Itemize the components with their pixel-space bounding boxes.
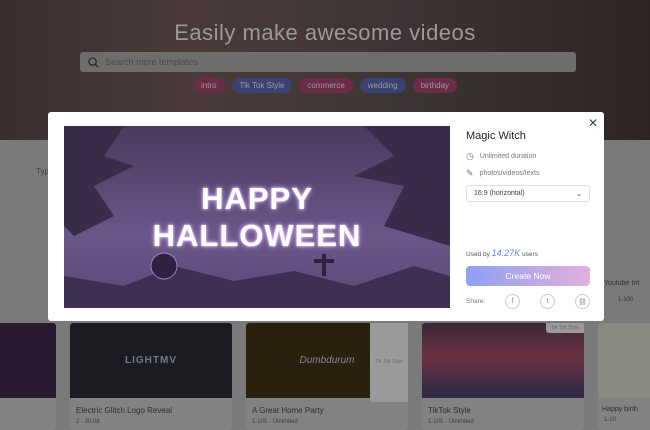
tag-list: intro Tik Tok Style commerce wedding bir… bbox=[0, 78, 650, 93]
template-title: Magic Witch bbox=[466, 130, 526, 142]
filter-hot[interactable]: Hot bbox=[0, 125, 12, 134]
card-badge: Tik Tok Style bbox=[545, 323, 584, 333]
share-label: Share: bbox=[466, 298, 486, 305]
tag-commerce[interactable]: commerce bbox=[299, 78, 353, 93]
search-bar[interactable] bbox=[80, 52, 576, 72]
create-now-button[interactable]: Create Now bbox=[466, 266, 590, 286]
template-card[interactable] bbox=[0, 323, 56, 430]
halloween-scenery bbox=[64, 126, 450, 308]
tag-birthday[interactable]: birthday bbox=[412, 78, 458, 93]
card-thumbnail bbox=[0, 323, 56, 398]
template-card[interactable]: Tik Tok Style TikTok Style 1-100 · Unlim… bbox=[422, 323, 584, 430]
card-title: TikTok Style bbox=[428, 406, 471, 415]
aspect-ratio-value: 16:9 (horizontal) bbox=[474, 190, 525, 197]
template-details: Magic Witch ◷ Unlimited duration ✎ photos/… bbox=[466, 112, 592, 321]
search-input[interactable] bbox=[105, 57, 505, 67]
card-meta: 1-100 · Unlimited bbox=[428, 419, 474, 425]
card-title: Youtube Int bbox=[604, 280, 640, 287]
media-text: photos/videos/texts bbox=[479, 170, 540, 177]
card-meta: 1-100 bbox=[618, 297, 634, 303]
card-thumbnail bbox=[598, 323, 650, 398]
card-meta: 1-100 · Unlimited bbox=[252, 419, 298, 425]
hero-title: Easily make awesome videos bbox=[174, 20, 476, 45]
card-thumbnail: LIGHTMV bbox=[70, 323, 232, 398]
tag-wedding[interactable]: wedding bbox=[359, 78, 406, 93]
twitter-icon[interactable]: t bbox=[540, 294, 556, 309]
media-row: ✎ photos/videos/texts bbox=[466, 168, 539, 179]
tag-intro[interactable]: intro bbox=[192, 78, 225, 93]
type-filter[interactable]: Typ bbox=[36, 167, 49, 176]
template-card[interactable]: Dumbdurum Tik Tok Style A Great Home Part… bbox=[246, 323, 408, 430]
card-thumbnail: Tik Tok Style bbox=[422, 323, 584, 398]
duration-text: Unlimited duration bbox=[479, 153, 537, 160]
chevron-down-icon: ⌄ bbox=[576, 191, 582, 198]
pencil-icon: ✎ bbox=[466, 168, 474, 178]
card-title: Happy birth bbox=[602, 406, 638, 413]
facebook-icon[interactable]: f bbox=[505, 294, 521, 309]
clock-icon: ◷ bbox=[466, 151, 474, 161]
card-thumbnail: Dumbdurum Tik Tok Style bbox=[246, 323, 408, 402]
aspect-ratio-select[interactable]: 16:9 (horizontal) ⌄ bbox=[466, 185, 590, 202]
search-icon bbox=[88, 56, 99, 68]
card-meta: 1-10 bbox=[604, 417, 617, 423]
card-title: Electric Glitch Logo Reveal bbox=[76, 406, 173, 415]
tag-tiktok-style[interactable]: Tik Tok Style bbox=[231, 78, 293, 93]
link-icon[interactable]: ⛓ bbox=[574, 294, 590, 309]
card-meta: 2 · 00:08 bbox=[76, 419, 100, 425]
template-preview[interactable]: HAPPY HALLOWEEN bbox=[64, 126, 450, 308]
duration-row: ◷ Unlimited duration bbox=[466, 151, 536, 162]
card-badge: Tik Tok Style bbox=[369, 323, 408, 402]
preview-text: HALLOWEEN bbox=[152, 218, 362, 253]
template-modal: HAPPY HALLOWEEN ✕ Magic Witch ◷ Unlimited… bbox=[48, 112, 604, 321]
share-row: Share: f t ⛓ bbox=[466, 294, 590, 309]
preview-text: HAPPY bbox=[201, 181, 313, 216]
usage-count: Used by 14.27K users bbox=[466, 248, 538, 258]
template-card[interactable]: LIGHTMV Electric Glitch Logo Reveal 2 · … bbox=[70, 323, 232, 430]
template-card[interactable]: Happy birth 1-10 bbox=[598, 323, 650, 430]
